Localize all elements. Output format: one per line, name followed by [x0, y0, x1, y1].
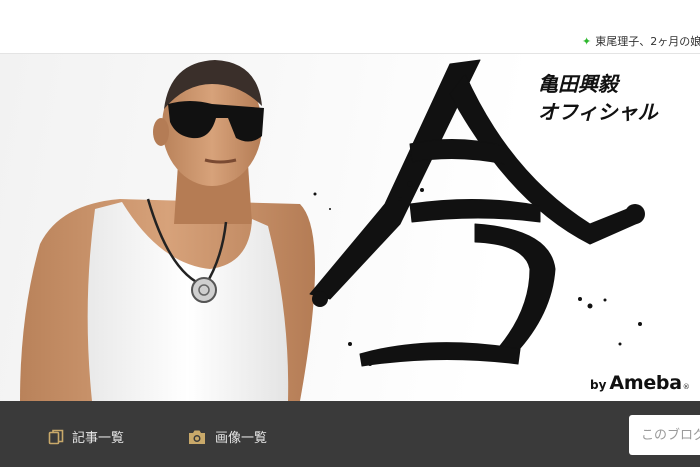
blog-search-input[interactable] — [629, 415, 700, 455]
camera-icon — [189, 430, 205, 444]
news-ticker[interactable]: ✦ 東尾理子、2ヶ月の娘に — [582, 33, 700, 49]
by-label: by — [590, 378, 607, 392]
nav-articles-link[interactable]: 記事一覧 — [48, 427, 124, 446]
blog-header-banner[interactable]: 亀田興毅 オフィシャル by Ameba ® — [0, 54, 700, 401]
blog-title-line1: 亀田興毅 — [538, 72, 618, 96]
star-icon: ✦ — [582, 34, 592, 48]
ameba-brand: Ameba — [609, 372, 682, 394]
blog-title-line2: オフィシャル — [538, 100, 658, 124]
nav-images-link[interactable]: 画像一覧 — [187, 427, 267, 446]
document-copy-icon — [48, 429, 64, 444]
blog-title: 亀田興毅 オフィシャル — [538, 70, 658, 126]
ticker-text[interactable]: 東尾理子、2ヶ月の娘に — [595, 33, 700, 49]
registered-mark: ® — [682, 383, 690, 391]
by-ameba-logo[interactable]: by Ameba ® — [590, 372, 690, 394]
top-bar: ✦ 東尾理子、2ヶ月の娘に — [0, 0, 700, 54]
blog-nav-bar: 記事一覧 画像一覧 — [0, 401, 700, 467]
nav-images-label[interactable]: 画像一覧 — [215, 427, 267, 446]
boxer-photo — [20, 60, 315, 401]
nav-articles-label[interactable]: 記事一覧 — [72, 427, 124, 446]
